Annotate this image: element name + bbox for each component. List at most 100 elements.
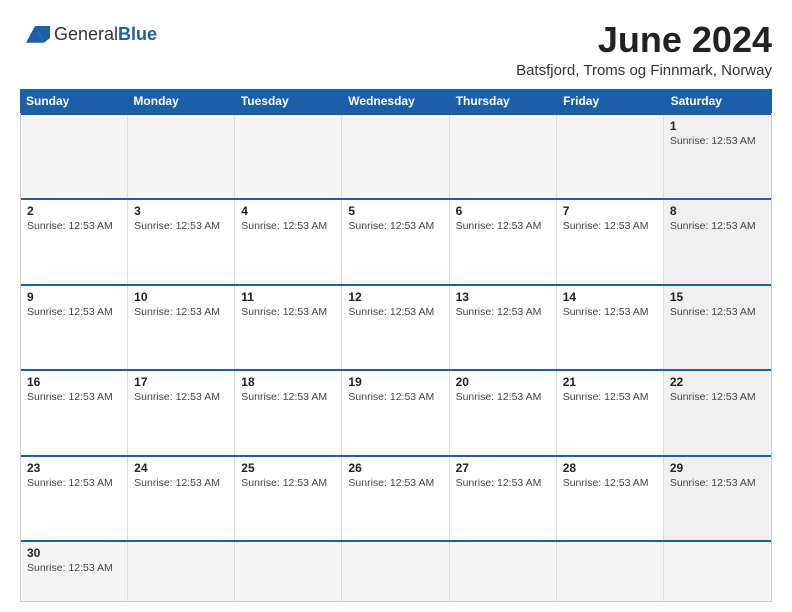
calendar-cell [450, 542, 557, 601]
cell-date: 19 [348, 375, 442, 389]
location-title: Batsfjord, Troms og Finnmark, Norway [516, 62, 772, 79]
calendar-cell: 14 Sunrise: 12:53 AM [557, 286, 664, 370]
cell-sunrise: Sunrise: 12:53 AM [670, 220, 765, 232]
cell-sunrise: Sunrise: 12:53 AM [348, 477, 442, 489]
page: GeneralBlue June 2024 Batsfjord, Troms o… [0, 0, 792, 612]
cell-date: 14 [563, 290, 657, 304]
calendar-cell: 13Sunrise: 12:53 AM [450, 286, 557, 370]
day-tuesday: Tuesday [235, 89, 342, 113]
cell-date: 26 [348, 461, 442, 475]
cell-date: 4 [241, 204, 335, 218]
cell-date: 1 [670, 119, 765, 133]
cell-sunrise: Sunrise: 12:53 AM [563, 391, 657, 403]
calendar-cell: 21 Sunrise: 12:53 AM [557, 371, 664, 455]
calendar-cell: 26 Sunrise: 12:53 AM [342, 457, 449, 541]
cell-sunrise: Sunrise: 12:53 AM [27, 391, 121, 403]
cell-sunrise: Sunrise: 12:53 AM [241, 477, 335, 489]
cell-date: 5 [348, 204, 442, 218]
calendar-cell: 27Sunrise: 12:53 AM [450, 457, 557, 541]
header: GeneralBlue June 2024 Batsfjord, Troms o… [20, 20, 772, 79]
cell-date: 11 [241, 290, 335, 304]
month-year-title: June 2024 [516, 20, 772, 60]
cell-sunrise: Sunrise: 12:53 AM [27, 477, 121, 489]
logo: GeneralBlue [20, 20, 157, 50]
calendar-cell: 19Sunrise: 12:53 AM [342, 371, 449, 455]
cell-sunrise: Sunrise: 12:53 AM [670, 477, 765, 489]
cell-sunrise: Sunrise: 12:53 AM [27, 220, 121, 232]
cell-sunrise: Sunrise: 12:53 AM [456, 391, 550, 403]
logo-general: General [54, 24, 118, 44]
calendar-cell: 6Sunrise: 12:53 AM [450, 200, 557, 284]
cell-sunrise: Sunrise: 12:53 AM [241, 220, 335, 232]
cell-date: 25 [241, 461, 335, 475]
calendar-cell: 12 Sunrise: 12:53 AM [342, 286, 449, 370]
calendar-week-1: 1 Sunrise: 12:53 AM [21, 113, 771, 199]
cell-date: 28 [563, 461, 657, 475]
cell-sunrise: Sunrise: 12:53 AM [670, 306, 765, 318]
cell-date: 30 [27, 546, 121, 560]
calendar-cell: 17Sunrise: 12:53 AM [128, 371, 235, 455]
cell-date: 20 [456, 375, 550, 389]
cell-date: 24 [134, 461, 228, 475]
cell-date: 6 [456, 204, 550, 218]
calendar-cell: 2Sunrise: 12:53 AM [21, 200, 128, 284]
calendar-week-4: 16Sunrise: 12:53 AM17Sunrise: 12:53 AM18… [21, 369, 771, 455]
calendar-cell: 18Sunrise: 12:53 AM [235, 371, 342, 455]
cell-sunrise: Sunrise: 12:53 AM [348, 306, 442, 318]
cell-date: 12 [348, 290, 442, 304]
cell-date: 3 [134, 204, 228, 218]
title-section: June 2024 Batsfjord, Troms og Finnmark, … [516, 20, 772, 79]
calendar-cell: 4 Sunrise: 12:53 AM [235, 200, 342, 284]
calendar-cell: 3 Sunrise: 12:53 AM [128, 200, 235, 284]
cell-sunrise: Sunrise: 12:53 AM [134, 220, 228, 232]
calendar-header: Sunday Monday Tuesday Wednesday Thursday… [20, 89, 772, 113]
calendar-cell: 10Sunrise: 12:53 AM [128, 286, 235, 370]
cell-sunrise: Sunrise: 12:53 AM [27, 306, 121, 318]
calendar-cell [664, 542, 771, 601]
calendar-cell: 20 Sunrise: 12:53 AM [450, 371, 557, 455]
calendar: Sunday Monday Tuesday Wednesday Thursday… [20, 89, 772, 602]
calendar-cell: 8 Sunrise: 12:53 AM [664, 200, 771, 284]
cell-sunrise: Sunrise: 12:53 AM [241, 391, 335, 403]
logo-text: GeneralBlue [54, 25, 157, 45]
day-wednesday: Wednesday [342, 89, 449, 113]
cell-date: 16 [27, 375, 121, 389]
calendar-cell [557, 542, 664, 601]
calendar-cell [450, 115, 557, 199]
logo-blue: Blue [118, 24, 157, 44]
calendar-cell: 5 Sunrise: 12:53 AM [342, 200, 449, 284]
cell-sunrise: Sunrise: 12:53 AM [134, 391, 228, 403]
calendar-cell [128, 542, 235, 601]
calendar-cell: 23Sunrise: 12:53 AM [21, 457, 128, 541]
cell-sunrise: Sunrise: 12:53 AM [348, 220, 442, 232]
cell-date: 8 [670, 204, 765, 218]
day-saturday: Saturday [665, 89, 772, 113]
cell-date: 13 [456, 290, 550, 304]
cell-sunrise: Sunrise: 12:53 AM [563, 477, 657, 489]
cell-date: 29 [670, 461, 765, 475]
calendar-cell: 30Sunrise: 12:53 AM [21, 542, 128, 601]
calendar-cell: 22Sunrise: 12:53 AM [664, 371, 771, 455]
calendar-cell: 16 Sunrise: 12:53 AM [21, 371, 128, 455]
cell-sunrise: Sunrise: 12:53 AM [563, 306, 657, 318]
calendar-cell: 9Sunrise: 12:53 AM [21, 286, 128, 370]
calendar-cell: 15 Sunrise: 12:53 AM [664, 286, 771, 370]
calendar-week-3: 9Sunrise: 12:53 AM10Sunrise: 12:53 AM 11 S… [21, 284, 771, 370]
cell-sunrise: Sunrise: 12:53 AM [670, 135, 765, 147]
cell-sunrise: Sunrise: 12:53 AM [241, 306, 335, 318]
logo-icon [20, 20, 50, 50]
cell-date: 21 [563, 375, 657, 389]
cell-sunrise: Sunrise: 12:53 AM [134, 306, 228, 318]
calendar-cell [128, 115, 235, 199]
day-thursday: Thursday [450, 89, 557, 113]
day-friday: Friday [557, 89, 664, 113]
cell-date: 27 [456, 461, 550, 475]
calendar-cell [342, 542, 449, 601]
calendar-cell [235, 115, 342, 199]
calendar-body: 1Sunrise: 12:53 AM2Sunrise: 12:53 AM3Sun… [20, 113, 772, 602]
calendar-week-5: 23Sunrise: 12:53 AM 24 Sunrise: 12:53 AM 25… [21, 455, 771, 541]
calendar-cell: 28 Sunrise: 12:53 AM [557, 457, 664, 541]
cell-date: 7 [563, 204, 657, 218]
cell-date: 15 [670, 290, 765, 304]
calendar-cell: 11 Sunrise: 12:53 AM [235, 286, 342, 370]
